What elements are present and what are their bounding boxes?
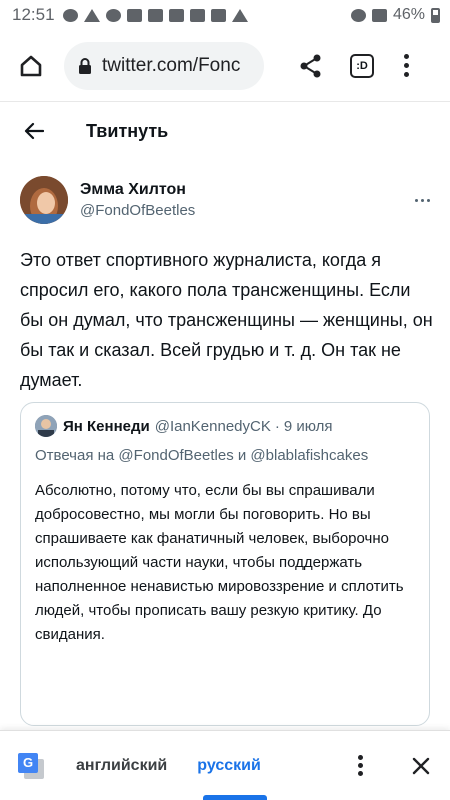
arrow-left-icon: [24, 122, 44, 140]
tabs-button[interactable]: :D: [350, 53, 374, 78]
page-title: Твитнуть: [86, 120, 169, 141]
quoted-tweet[interactable]: Ян Кеннеди @IanKennedyCK · 9 июля Отвеча…: [20, 402, 430, 726]
quoted-tweet-header: Ян Кеннеди @IanKennedyCK · 9 июля: [35, 415, 415, 437]
youtube-icon: [189, 8, 205, 22]
author-name[interactable]: Эмма Хилтон: [80, 179, 195, 200]
tweet-author: Эмма Хилтон @FondOfBeetles: [20, 174, 430, 226]
signal-icon: [371, 8, 387, 22]
quoted-avatar-image: [35, 415, 57, 437]
youtube-icon: [210, 8, 226, 22]
more-options-button[interactable]: [415, 190, 430, 210]
notification-icons: [62, 8, 248, 22]
lock-icon: [79, 57, 91, 74]
menu-dot-icon: [403, 72, 409, 77]
shield-icon: [147, 8, 163, 22]
quoted-avatar: [35, 415, 57, 437]
quoted-tweet-text: Абсолютно, потому что, если бы вы спраши…: [35, 482, 404, 643]
quoted-separator: ·: [274, 417, 280, 435]
google-translate-icon: G: [18, 752, 44, 779]
google-icon: [105, 8, 121, 22]
translate-menu-button[interactable]: [350, 755, 370, 776]
browser-toolbar: twitter.com/Fonc :D: [0, 30, 450, 102]
menu-dot-icon: [403, 63, 409, 68]
close-icon: [412, 757, 430, 774]
telegram-icon: [83, 8, 100, 22]
author-handle[interactable]: @FondOfBeetles: [80, 200, 195, 221]
address-bar[interactable]: twitter.com/Fonc: [64, 41, 264, 90]
more-dot-icon: [421, 198, 424, 202]
key-icon: [168, 8, 184, 22]
home-icon: [20, 55, 42, 76]
status-time: 12:51: [12, 5, 55, 24]
battery-percent: 46%: [392, 6, 425, 23]
target-language-indicator: [203, 795, 267, 800]
share-button[interactable]: [294, 49, 328, 83]
share-icon: [300, 54, 321, 77]
quoted-author-handle: @IanKennedyCK: [154, 417, 271, 435]
more-dot-icon: [427, 198, 430, 202]
translate-close-button[interactable]: [410, 755, 432, 777]
back-button[interactable]: [22, 119, 46, 143]
more-dot-icon: [415, 198, 418, 202]
menu-dot-icon: [357, 755, 363, 760]
browser-menu-button[interactable]: [396, 49, 416, 83]
menu-dot-icon: [357, 771, 363, 776]
messenger-icon: [62, 8, 78, 22]
menu-dot-icon: [357, 763, 363, 768]
status-right: 46%: [350, 6, 440, 24]
avatar[interactable]: [20, 176, 68, 224]
alarm-icon: [350, 8, 366, 22]
gallery-icon: [126, 8, 142, 22]
menu-dot-icon: [403, 54, 409, 59]
reply-to-line: Отвечая на @FondOfBeetles и @blablafishc…: [35, 447, 369, 464]
tweet-text: Это ответ спортивного журналиста, когда …: [20, 250, 433, 390]
download-icon: [231, 8, 248, 22]
page-header: Твитнуть: [0, 108, 450, 154]
avatar-image: [20, 176, 68, 224]
url-text: twitter.com/Fonc: [102, 54, 241, 76]
home-button[interactable]: [14, 49, 48, 83]
battery-icon: [431, 7, 440, 23]
author-names: Эмма Хилтон @FondOfBeetles: [80, 179, 195, 221]
status-bar: 12:51 46%: [0, 0, 450, 30]
source-language-tab[interactable]: английский: [76, 757, 167, 775]
target-language-tab[interactable]: русский: [197, 757, 261, 775]
translate-bar: G английский русский: [0, 730, 450, 800]
quoted-author-name: Ян Кеннеди: [63, 417, 150, 435]
quoted-date: 9 июля: [283, 417, 333, 435]
